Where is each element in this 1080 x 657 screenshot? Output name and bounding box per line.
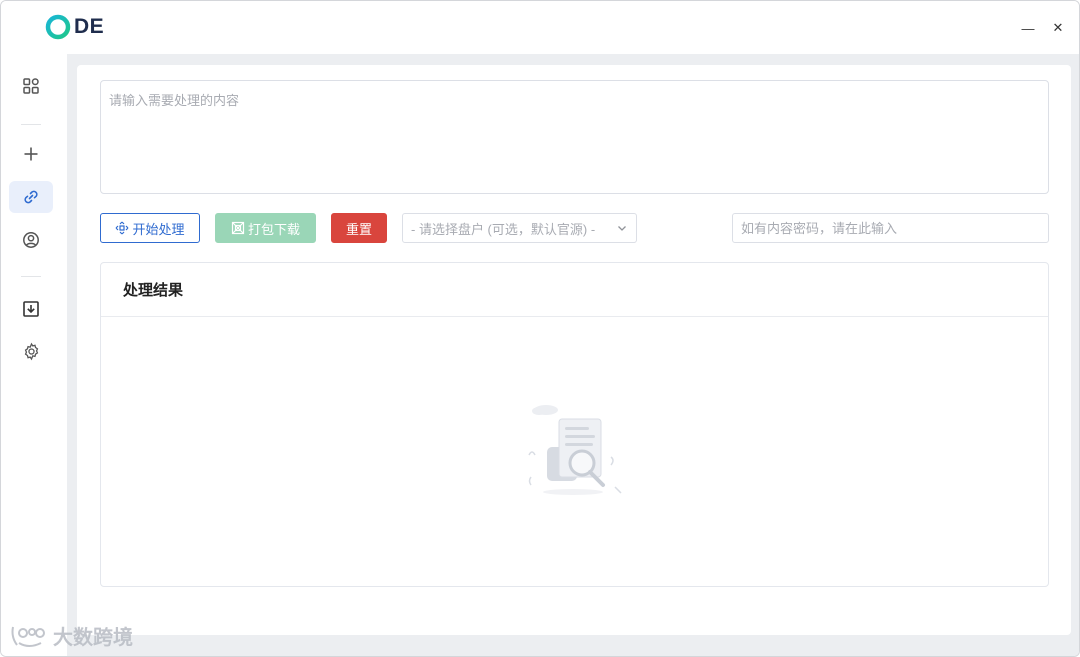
sidebar-divider xyxy=(21,276,41,277)
sidebar-divider xyxy=(21,124,41,125)
close-button[interactable]: ✕ xyxy=(1045,15,1071,41)
start-process-label: 开始处理 xyxy=(132,221,185,237)
pack-download-label: 打包下载 xyxy=(247,221,300,237)
chevron-down-icon xyxy=(618,226,626,231)
sidebar-item-dashboard[interactable] xyxy=(9,70,53,102)
content-input[interactable] xyxy=(100,80,1049,194)
minimize-button[interactable]: — xyxy=(1015,15,1041,41)
package-icon xyxy=(231,221,245,235)
sidebar-item-user[interactable] xyxy=(9,224,53,256)
user-circle-icon xyxy=(23,232,39,248)
sidebar-item-download[interactable] xyxy=(9,293,53,325)
watermark-logo-icon xyxy=(11,626,45,647)
pack-download-button[interactable]: 打包下载 xyxy=(215,213,316,243)
reset-button[interactable]: 重置 xyxy=(331,213,387,243)
crosshair-move-icon xyxy=(115,221,129,235)
sidebar-item-link[interactable] xyxy=(9,181,53,213)
gear-icon xyxy=(24,342,38,360)
password-input[interactable] xyxy=(732,213,1049,243)
disk-select-placeholder: - 请选择盘户 (可选，默认官源) - xyxy=(411,221,596,237)
sidebar-item-settings[interactable] xyxy=(9,335,53,367)
app-logo: DE xyxy=(45,14,104,40)
plus-icon xyxy=(24,147,38,161)
watermark-text: 大数跨境 xyxy=(53,627,133,649)
link-icon xyxy=(24,190,38,204)
reset-label: 重置 xyxy=(345,221,372,237)
minimize-icon: — xyxy=(1021,20,1035,36)
start-process-button[interactable]: 开始处理 xyxy=(100,213,200,243)
sidebar xyxy=(1,54,67,656)
logo-ring-icon xyxy=(45,14,71,40)
logo-text: DE xyxy=(74,15,105,38)
result-card: 处理结果 xyxy=(100,262,1049,587)
sidebar-item-add[interactable] xyxy=(9,138,53,170)
grid-icon xyxy=(23,78,39,94)
download-box-icon xyxy=(23,301,39,317)
close-icon: ✕ xyxy=(1052,20,1064,35)
result-title: 处理结果 xyxy=(101,263,1048,317)
app-window: DE — ✕ 请输入需要处理的内容 开始处理 打包下载 重置 - 请选择盘户 (… xyxy=(0,0,1080,657)
empty-search-document-icon xyxy=(528,405,622,495)
watermark: 大数跨境 xyxy=(9,621,133,650)
disk-select[interactable]: - 请选择盘户 (可选，默认官源) - xyxy=(402,213,637,243)
title-bar: DE — ✕ xyxy=(1,1,1079,54)
